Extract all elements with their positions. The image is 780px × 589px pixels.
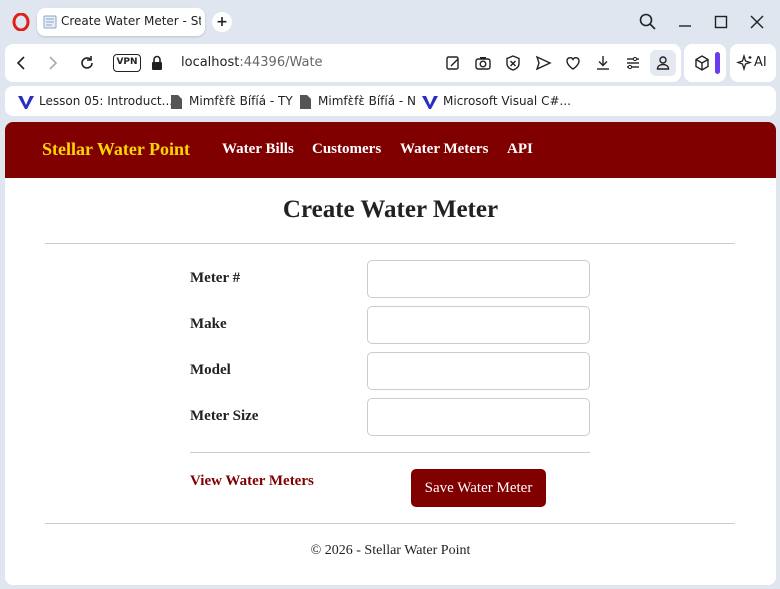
profile-icon (656, 56, 670, 70)
nav-link-water-bills[interactable]: Water Bills (222, 141, 294, 158)
tab-title: Create Water Meter - Stellar Water Point (61, 14, 201, 28)
close-window-icon[interactable] (747, 12, 767, 32)
bookmark-label: Mimfɛ̀fɛ̀ Bífíá - TY (189, 94, 293, 108)
page-favicon-icon (43, 15, 57, 29)
lock-icon[interactable] (147, 53, 167, 73)
nav-link-water-meters[interactable]: Water Meters (400, 141, 488, 158)
easy-setup-icon[interactable] (623, 53, 643, 73)
back-icon[interactable] (11, 53, 31, 73)
cube-icon (695, 55, 709, 71)
bookmark-label: Microsoft Visual C#... (443, 94, 571, 108)
url-host: localhost (181, 55, 240, 70)
camera-icon[interactable] (473, 53, 493, 73)
profile-button[interactable] (650, 50, 676, 76)
forward-icon[interactable] (43, 53, 63, 73)
address-toolbar: VPN localhost:44396/Wate (5, 44, 681, 82)
download-icon[interactable] (593, 53, 613, 73)
model-label: Model (190, 362, 231, 378)
vpn-badge[interactable]: VPN (113, 54, 141, 72)
brand-link[interactable]: Stellar Water Point (42, 139, 190, 160)
tab-strip: Create Water Meter - Stellar Water Point… (0, 0, 780, 44)
nav-link-customers[interactable]: Customers (312, 141, 381, 158)
address-bar[interactable]: localhost:44396/Wate (181, 55, 323, 70)
nav-link-api[interactable]: API (507, 141, 533, 158)
ai-label: AI (754, 55, 767, 70)
model-input[interactable] (367, 352, 590, 390)
search-tabs-icon[interactable] (638, 12, 658, 32)
meter-number-input[interactable] (367, 260, 590, 298)
heart-icon[interactable] (563, 53, 583, 73)
footer-divider (45, 523, 735, 524)
document-icon (171, 95, 182, 109)
meter-size-input[interactable] (367, 398, 590, 436)
reload-icon[interactable] (77, 53, 97, 73)
form-divider (190, 452, 590, 453)
document-icon (300, 95, 311, 109)
make-label: Make (190, 316, 227, 332)
meter-size-label: Meter Size (190, 408, 259, 424)
opera-logo-icon[interactable] (12, 13, 30, 31)
meter-number-label: Meter # (190, 270, 241, 286)
tab-create-water-meter[interactable]: Create Water Meter - Stellar Water Point (37, 8, 205, 36)
sidebar-indicator[interactable] (715, 52, 720, 74)
bookmarks-bar: Lesson 05: Introduct... Mimfɛ̀fɛ̀ Bífíá … (5, 86, 776, 116)
title-divider (45, 243, 735, 244)
make-input[interactable] (367, 306, 590, 344)
ad-block-shield-icon[interactable] (503, 53, 523, 73)
page-viewport: Stellar Water Point Water Bills Customer… (5, 122, 776, 585)
url-path: :44396/Wate (239, 55, 323, 70)
new-tab-button[interactable]: + (212, 12, 232, 32)
bookmark-label: Lesson 05: Introduct... (39, 94, 174, 108)
visual-studio-icon (422, 96, 438, 109)
sparkle-icon (736, 54, 753, 72)
site-navbar: Stellar Water Point Water Bills Customer… (5, 122, 776, 178)
ai-button[interactable]: AI (730, 44, 776, 82)
minimize-icon[interactable] (675, 12, 695, 32)
footer-text: © 2026 - Stellar Water Point (310, 543, 471, 558)
maximize-icon[interactable] (711, 12, 731, 32)
save-water-meter-button[interactable]: Save Water Meter (411, 469, 546, 507)
visual-studio-icon (18, 96, 34, 109)
view-water-meters-link[interactable]: View Water Meters (190, 473, 314, 490)
edit-page-icon[interactable] (443, 53, 463, 73)
page-title: Create Water Meter (282, 196, 499, 223)
send-icon[interactable] (533, 53, 553, 73)
bookmark-label: Mimfɛ̀fɛ̀ Bífíá - N (318, 94, 417, 108)
